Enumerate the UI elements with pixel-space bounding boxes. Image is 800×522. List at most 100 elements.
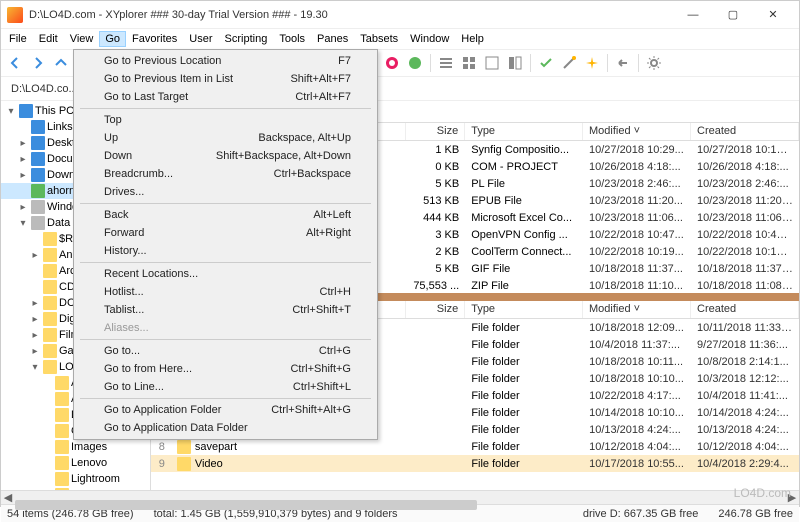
cell-ext xyxy=(347,446,406,448)
scroll-thumb[interactable] xyxy=(15,500,477,510)
expand-icon[interactable]: ▸ xyxy=(17,170,29,181)
expand-icon[interactable]: ▸ xyxy=(17,154,29,165)
maximize-button[interactable]: ▢ xyxy=(713,1,753,29)
expand-icon[interactable]: ▾ xyxy=(5,106,17,117)
column-header[interactable]: Modified ˅ xyxy=(583,301,691,318)
close-button[interactable]: ✕ xyxy=(753,1,793,29)
view-grid-icon[interactable] xyxy=(459,53,479,73)
expand-icon[interactable]: ▸ xyxy=(17,202,29,213)
target-icon[interactable] xyxy=(382,53,402,73)
menu-item[interactable]: Go to Line...Ctrl+Shift+L xyxy=(76,378,375,396)
tree-label: Links xyxy=(47,121,73,133)
tree-item[interactable]: savepart xyxy=(1,487,150,490)
menu-tools[interactable]: Tools xyxy=(273,31,311,47)
menu-go[interactable]: Go xyxy=(99,31,126,47)
menu-item[interactable]: Top xyxy=(76,111,375,129)
menu-item[interactable]: Go to Previous Item in ListShift+Alt+F7 xyxy=(76,70,375,88)
forward-button[interactable] xyxy=(28,53,48,73)
cell-size xyxy=(406,429,465,431)
expand-icon[interactable]: ▸ xyxy=(29,250,41,261)
menu-panes[interactable]: Panes xyxy=(311,31,354,47)
tree-item[interactable]: Lenovo xyxy=(1,455,150,471)
menu-item[interactable]: Tablist...Ctrl+Shift+T xyxy=(76,301,375,319)
cell-modified: 10/22/2018 4:17:... xyxy=(583,389,691,403)
menu-favorites[interactable]: Favorites xyxy=(126,31,183,47)
expand-icon[interactable]: ▸ xyxy=(29,314,41,325)
cell-modified: 10/18/2018 10:10... xyxy=(583,372,691,386)
sparkle-icon[interactable] xyxy=(582,53,602,73)
menu-item[interactable]: Drives... xyxy=(76,183,375,201)
menu-item[interactable]: Go to from Here...Ctrl+Shift+G xyxy=(76,360,375,378)
column-header[interactable]: Type xyxy=(465,301,583,318)
menu-label: Top xyxy=(104,114,122,126)
menu-help[interactable]: Help xyxy=(455,31,490,47)
menu-item[interactable]: Breadcrumb...Ctrl+Backspace xyxy=(76,165,375,183)
gear-icon[interactable] xyxy=(644,53,664,73)
expand-icon[interactable]: ▸ xyxy=(17,138,29,149)
expand-icon[interactable]: ▸ xyxy=(29,298,41,309)
check-icon[interactable] xyxy=(536,53,556,73)
column-header[interactable]: Size xyxy=(406,301,465,318)
scroll-right-icon[interactable]: ▶ xyxy=(785,491,799,505)
cell-size xyxy=(406,395,465,397)
menu-scripting[interactable]: Scripting xyxy=(219,31,274,47)
cell-size: 2 KB xyxy=(406,245,465,259)
titlebar: D:\LO4D.com - XYplorer ### 30-day Trial … xyxy=(1,1,799,29)
menu-view[interactable]: View xyxy=(64,31,100,47)
expand-icon[interactable]: ▸ xyxy=(29,346,41,357)
menu-item[interactable]: Go to Application FolderCtrl+Shift+Alt+G xyxy=(76,401,375,419)
expand-icon[interactable]: ▾ xyxy=(29,362,41,373)
menu-user[interactable]: User xyxy=(183,31,218,47)
tree-item[interactable]: Images xyxy=(1,439,150,455)
preview-icon[interactable] xyxy=(505,53,525,73)
cell-type: File folder xyxy=(465,321,583,335)
minimize-button[interactable]: — xyxy=(673,1,713,29)
separator xyxy=(430,54,431,72)
menu-item[interactable]: BackAlt+Left xyxy=(76,206,375,224)
drive-icon xyxy=(31,200,45,214)
tree-icon[interactable] xyxy=(405,53,425,73)
folder-icon xyxy=(55,472,69,486)
menu-file[interactable]: File xyxy=(3,31,33,47)
folder-blue-icon xyxy=(31,152,45,166)
column-header[interactable]: Created xyxy=(691,123,799,140)
menu-item[interactable]: Recent Locations... xyxy=(76,265,375,283)
menu-item[interactable]: Go to Application Data Folder xyxy=(76,419,375,437)
scroll-left-icon[interactable]: ◀ xyxy=(1,491,15,505)
menu-item[interactable]: Hotlist...Ctrl+H xyxy=(76,283,375,301)
arrow-left-icon[interactable] xyxy=(613,53,633,73)
window-controls: — ▢ ✕ xyxy=(673,1,793,29)
menu-item[interactable]: Go to...Ctrl+G xyxy=(76,342,375,360)
cell-size: 513 KB xyxy=(406,194,465,208)
folder-row[interactable]: 9VideoFile folder10/17/2018 10:55...10/4… xyxy=(151,455,799,472)
tree-item[interactable]: Lightroom xyxy=(1,471,150,487)
wand-icon[interactable] xyxy=(559,53,579,73)
menu-item[interactable]: UpBackspace, Alt+Up xyxy=(76,129,375,147)
cell-size: 444 KB xyxy=(406,211,465,225)
view-list-icon[interactable] xyxy=(436,53,456,73)
column-header[interactable]: Modified ˅ xyxy=(583,123,691,140)
folder-row[interactable]: 8savepartFile folder10/12/2018 4:04:...1… xyxy=(151,438,799,455)
up-button[interactable] xyxy=(51,53,71,73)
menu-window[interactable]: Window xyxy=(404,31,455,47)
menu-tabsets[interactable]: Tabsets xyxy=(354,31,404,47)
expand-icon[interactable]: ▾ xyxy=(17,218,29,229)
menu-label: Up xyxy=(104,132,118,144)
back-button[interactable] xyxy=(5,53,25,73)
menu-edit[interactable]: Edit xyxy=(33,31,64,47)
menu-item[interactable]: Go to Last TargetCtrl+Alt+F7 xyxy=(76,88,375,106)
column-header[interactable]: Created xyxy=(691,301,799,318)
tree-label: Lightroom xyxy=(71,473,120,485)
column-header[interactable]: Size xyxy=(406,123,465,140)
expand-icon[interactable]: ▸ xyxy=(29,330,41,341)
menu-item[interactable]: History... xyxy=(76,242,375,260)
menubar: FileEditViewGoFavoritesUserScriptingTool… xyxy=(1,29,799,49)
menu-item[interactable]: Go to Previous LocationF7 xyxy=(76,52,375,70)
horizontal-scrollbar[interactable]: ◀ ▶ xyxy=(1,490,799,504)
menu-item[interactable]: ForwardAlt+Right xyxy=(76,224,375,242)
column-header[interactable]: Type xyxy=(465,123,583,140)
view-detail-icon[interactable] xyxy=(482,53,502,73)
menu-shortcut: Alt+Right xyxy=(306,227,351,239)
cell-modified: 10/18/2018 12:09... xyxy=(583,321,691,335)
menu-item[interactable]: DownShift+Backspace, Alt+Down xyxy=(76,147,375,165)
